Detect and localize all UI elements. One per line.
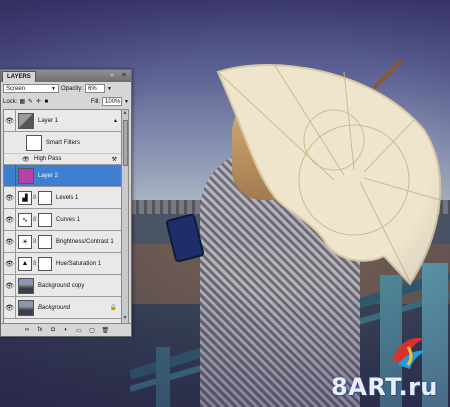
tab-layers[interactable]: LAYERS — [2, 71, 36, 82]
opacity-value: 6% — [88, 85, 97, 92]
layer-row-hue-saturation-1[interactable]: 👁 ▲ 8 Hue/Saturation 1 — [4, 253, 121, 275]
layers-list: 👁 Layer 1 ▴ Smart Filters 👁 High Pass ⚒ … — [3, 109, 122, 324]
panel-tab-bar: LAYERS » ≡ — [1, 70, 131, 82]
curves-adjustment-icon: ∿ — [18, 212, 32, 227]
layer-mask-thumbnail — [38, 256, 52, 271]
lock-label: Lock: — [3, 98, 18, 105]
layer-name: Layer 2 — [38, 172, 59, 179]
layer-name: Brightness/Contrast 1 — [56, 238, 114, 245]
lock-paint-icon[interactable]: ✎ — [27, 99, 33, 105]
link-chain-icon[interactable]: 8 — [33, 239, 37, 245]
visibility-eye-icon[interactable] — [4, 165, 16, 186]
layer-row-curves-1[interactable]: 👁 ∿ 8 Curves 1 — [4, 209, 121, 231]
panel-footer-toolbar: ∞ fx ◘ ◐ ▭ ▢ 🗑 — [1, 323, 131, 336]
layer-name: Hue/Saturation 1 — [56, 260, 102, 267]
layer-row-background[interactable]: 👁 Background 🔒 — [4, 297, 121, 319]
scroll-down-icon[interactable]: ▼ — [122, 315, 128, 323]
layer-row-background-copy[interactable]: 👁 Background copy — [4, 275, 121, 297]
link-chain-icon[interactable]: 8 — [33, 195, 37, 201]
fill-value: 100% — [105, 98, 121, 105]
layer-name: Layer 1 — [38, 117, 59, 124]
scroll-up-icon[interactable]: ▲ — [122, 110, 128, 118]
fill-input[interactable]: 100% — [102, 97, 123, 106]
blend-mode-select[interactable]: Screen ▼ — [3, 84, 59, 93]
opacity-input[interactable]: 6% — [85, 84, 106, 93]
layer-row-layer-2[interactable]: Layer 2 — [4, 165, 121, 187]
blend-row: Screen ▼ Opacity: 6% ▼ — [1, 82, 131, 95]
visibility-eye-icon[interactable]: 👁 — [4, 110, 16, 131]
fill-dropdown-icon[interactable]: ▼ — [124, 99, 129, 105]
visibility-eye-icon[interactable]: 👁 — [4, 253, 16, 274]
layer-thumbnail — [18, 167, 34, 184]
hue-saturation-icon: ▲ — [18, 256, 32, 271]
expand-triangle-icon[interactable]: ▴ — [114, 117, 117, 124]
smart-filters-row[interactable]: Smart Filters — [4, 132, 121, 154]
watermark-logo-icon — [392, 337, 426, 369]
layer-mask-thumbnail — [38, 212, 52, 227]
filter-row-high-pass[interactable]: 👁 High Pass ⚒ — [4, 154, 121, 165]
lock-transparency-icon[interactable]: ▦ — [19, 99, 26, 105]
layer-thumbnail — [18, 277, 34, 294]
filter-name: High Pass — [34, 156, 62, 162]
layers-panel: LAYERS » ≡ Screen ▼ Opacity: 6% ▼ Lock: … — [0, 69, 132, 337]
blend-mode-value: Screen — [6, 85, 26, 92]
link-chain-icon[interactable]: 8 — [33, 217, 37, 223]
link-layers-icon[interactable]: ∞ — [24, 327, 31, 333]
layer-name: Background — [38, 304, 71, 311]
layer-name: Curves 1 — [56, 216, 81, 223]
panel-menu-icon[interactable]: ≡ — [120, 72, 128, 80]
lock-row: Lock: ▦ ✎ ✛ ■ Fill: 100% ▼ — [1, 95, 131, 108]
scrollbar-thumb[interactable] — [123, 120, 128, 166]
lock-icon: 🔒 — [109, 305, 117, 311]
smart-filters-label: Smart Filters — [46, 139, 81, 146]
layer-row-levels-1[interactable]: 👁 ▟ 8 Levels 1 — [4, 187, 121, 209]
visibility-eye-icon[interactable]: 👁 — [4, 187, 16, 208]
filter-options-icon[interactable]: ⚒ — [112, 156, 117, 163]
visibility-eye-icon[interactable]: 👁 — [4, 231, 16, 252]
fx-icon[interactable]: fx — [37, 327, 44, 333]
layer-thumbnail — [18, 299, 34, 316]
opacity-dropdown-icon[interactable]: ▼ — [107, 86, 112, 92]
layer-name: Background copy — [38, 282, 85, 289]
lock-icons: ▦ ✎ ✛ ■ — [19, 99, 49, 105]
smart-filter-mask-thumbnail — [26, 134, 42, 151]
visibility-eye-icon[interactable]: 👁 — [4, 275, 16, 296]
visibility-eye-icon[interactable]: 👁 — [22, 156, 30, 163]
layer-mask-thumbnail — [38, 190, 52, 205]
watermark-text: 8ART.ru — [331, 373, 438, 401]
new-group-icon[interactable]: ▭ — [76, 327, 83, 334]
link-chain-icon[interactable]: 8 — [33, 261, 37, 267]
visibility-eye-icon[interactable]: 👁 — [4, 297, 16, 318]
trash-icon[interactable]: 🗑 — [102, 327, 110, 334]
visibility-eye-icon[interactable]: 👁 — [4, 209, 16, 230]
layer-row-brightness-contrast-1[interactable]: 👁 ☀ 8 Brightness/Contrast 1 — [4, 231, 121, 253]
adjustment-layer-icon[interactable]: ◐ — [63, 327, 70, 333]
layer-row-layer-1[interactable]: 👁 Layer 1 ▴ — [4, 110, 121, 132]
new-layer-icon[interactable]: ▢ — [89, 327, 96, 334]
chevron-down-icon: ▼ — [51, 85, 56, 92]
brightness-contrast-icon: ☀ — [18, 234, 32, 249]
collapse-icon[interactable]: » — [110, 72, 118, 80]
layer-thumbnail — [18, 112, 34, 129]
layers-scrollbar[interactable]: ▲ ▼ — [121, 109, 129, 324]
lock-all-icon[interactable]: ■ — [43, 99, 49, 105]
levels-adjustment-icon: ▟ — [18, 190, 32, 205]
opacity-label: Opacity: — [61, 85, 84, 92]
add-mask-icon[interactable]: ◘ — [50, 327, 57, 333]
layer-name: Levels 1 — [56, 194, 79, 201]
lock-position-icon[interactable]: ✛ — [35, 99, 41, 105]
layer-mask-thumbnail — [38, 234, 52, 249]
fill-label: Fill: — [90, 98, 101, 105]
